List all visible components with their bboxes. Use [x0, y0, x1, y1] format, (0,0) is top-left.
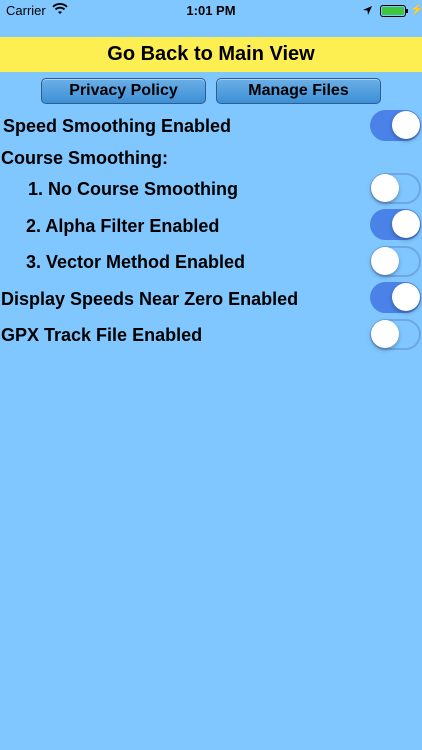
toggle-knob [371, 247, 399, 275]
battery-cap [406, 9, 408, 13]
toggle-knob [371, 320, 399, 348]
speeds-near-zero-toggle[interactable] [370, 282, 421, 313]
clock: 1:01 PM [186, 3, 236, 18]
toggle-knob [392, 111, 420, 139]
vector-method-label: 3. Vector Method Enabled [26, 252, 246, 272]
privacy-policy-button[interactable]: Privacy Policy [41, 78, 206, 104]
gpx-track-label: GPX Track File Enabled [1, 325, 203, 345]
go-back-button[interactable]: Go Back to Main View [0, 37, 422, 72]
speed-smoothing-label: Speed Smoothing Enabled [3, 116, 232, 136]
alpha-filter-toggle[interactable] [370, 209, 421, 240]
gpx-track-toggle[interactable] [370, 319, 421, 350]
manage-files-button[interactable]: Manage Files [216, 78, 381, 104]
speeds-near-zero-label: Display Speeds Near Zero Enabled [1, 289, 299, 309]
course-smoothing-heading: Course Smoothing: [1, 148, 168, 168]
toggle-knob [392, 210, 420, 238]
battery-icon [380, 5, 406, 17]
toggle-knob [371, 174, 399, 202]
no-course-smoothing-toggle[interactable] [370, 173, 421, 204]
alpha-filter-label: 2. Alpha Filter Enabled [26, 216, 220, 236]
location-arrow-icon [362, 4, 373, 19]
status-bar: Carrier 1:01 PM ⚡ [0, 0, 422, 22]
speed-smoothing-toggle[interactable] [370, 110, 421, 141]
vector-method-toggle[interactable] [370, 246, 421, 277]
toggle-knob [392, 283, 420, 311]
charging-bolt-icon: ⚡ [410, 4, 422, 16]
no-course-smoothing-label: 1. No Course Smoothing [28, 179, 239, 199]
